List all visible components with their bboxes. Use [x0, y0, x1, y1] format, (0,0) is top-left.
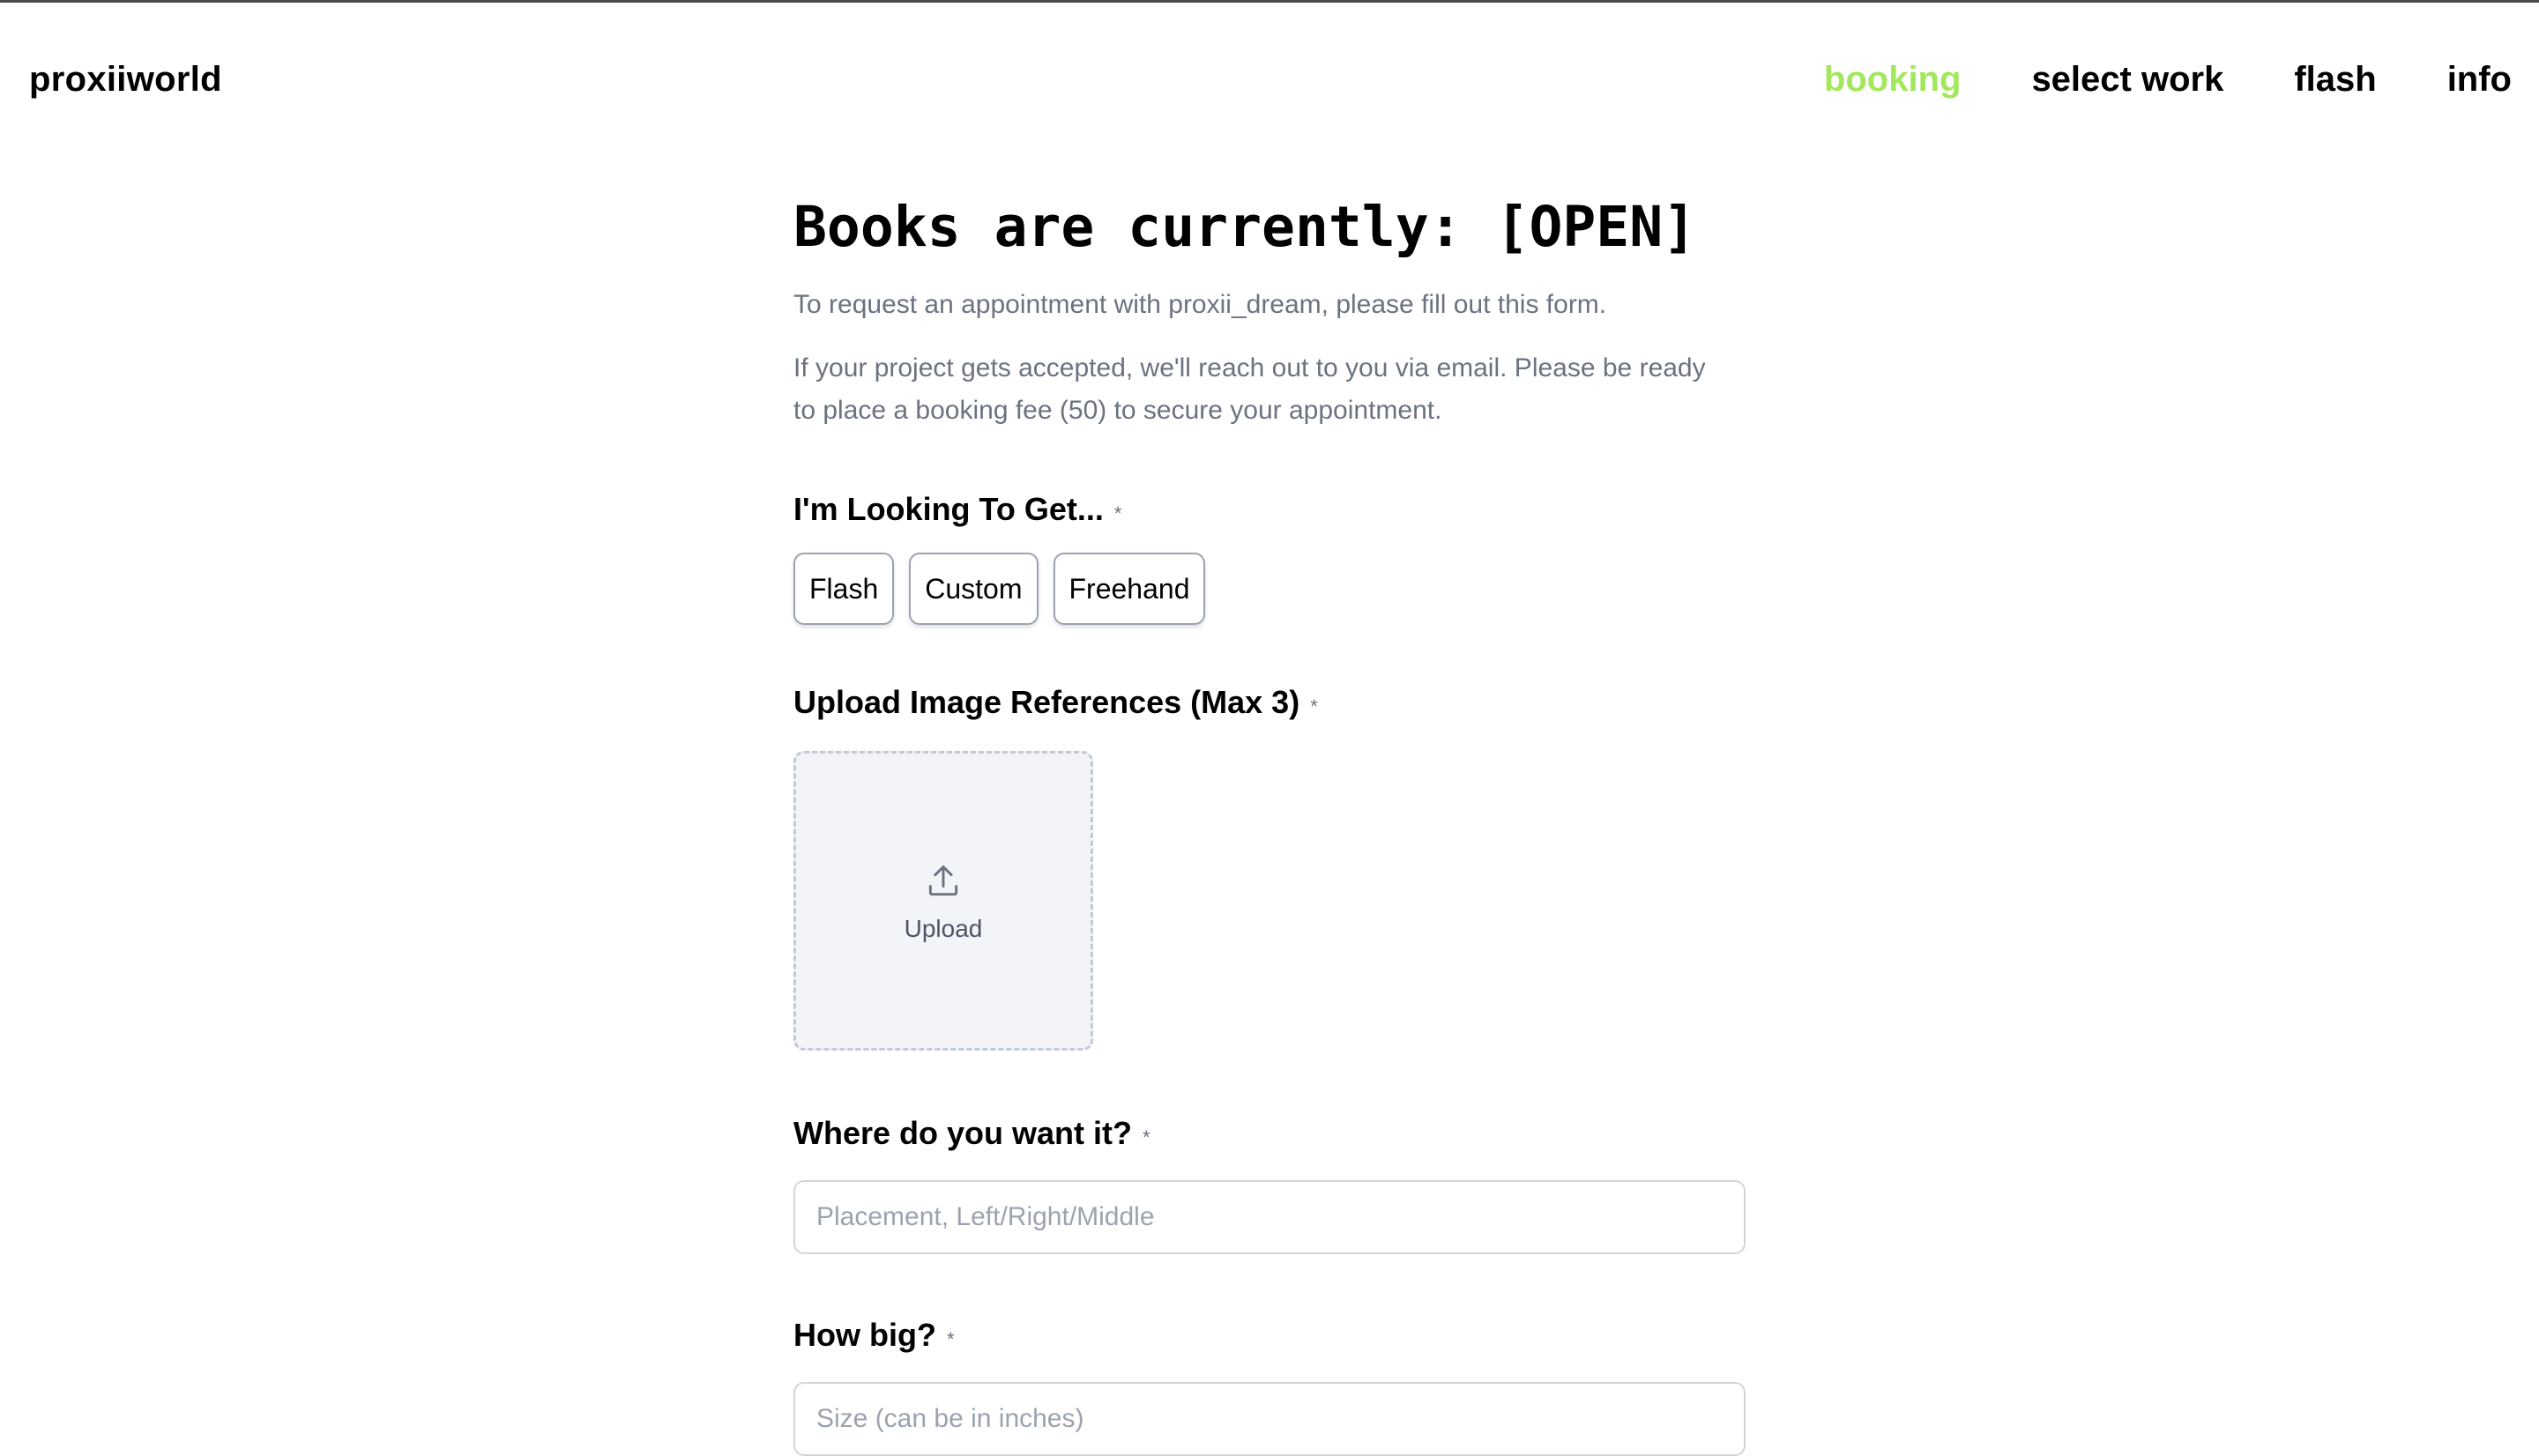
- upload-references-label: Upload Image References (Max 3) *: [793, 681, 1746, 728]
- placement-input[interactable]: [793, 1180, 1746, 1254]
- option-custom-button[interactable]: Custom: [909, 553, 1039, 625]
- option-freehand-button[interactable]: Freehand: [1053, 553, 1206, 625]
- size-label: How big? *: [793, 1314, 1746, 1361]
- placement-label: Where do you want it? *: [793, 1112, 1746, 1159]
- looking-to-get-label: I'm Looking To Get... *: [793, 488, 1746, 535]
- upload-dropzone[interactable]: Upload: [793, 751, 1093, 1051]
- nav-item-booking[interactable]: booking: [1824, 55, 1962, 104]
- nav-item-flash[interactable]: flash: [2294, 55, 2376, 104]
- placement-label-text: Where do you want it?: [793, 1115, 1132, 1151]
- nav-item-info[interactable]: info: [2447, 55, 2512, 104]
- size-input[interactable]: [793, 1382, 1746, 1456]
- required-marker: *: [1143, 1126, 1150, 1148]
- tattoo-type-options: Flash Custom Freehand: [793, 553, 1746, 625]
- looking-to-get-label-text: I'm Looking To Get...: [793, 491, 1104, 527]
- required-marker: *: [946, 1328, 955, 1350]
- main-nav: booking select work flash info: [1824, 55, 2512, 104]
- required-marker: *: [1113, 502, 1122, 524]
- site-logo[interactable]: proxiiworld: [29, 55, 222, 104]
- option-flash-button[interactable]: Flash: [793, 553, 895, 625]
- upload-icon: [928, 865, 958, 896]
- intro-text: To request an appointment with proxii_dr…: [793, 290, 1607, 319]
- required-marker: *: [1310, 695, 1318, 717]
- top-border: [0, 0, 2539, 3]
- upload-button-label: Upload: [904, 915, 983, 942]
- upload-references-label-text: Upload Image References (Max 3): [793, 684, 1300, 720]
- booking-fee-note: If your project gets accepted, we'll rea…: [793, 353, 1706, 425]
- nav-item-select-work[interactable]: select work: [2031, 55, 2223, 104]
- page-title: Books are currently: [OPEN]: [793, 195, 1697, 259]
- size-label-text: How big?: [793, 1317, 936, 1353]
- booking-form: Books are currently: [OPEN] To request a…: [793, 185, 1746, 1456]
